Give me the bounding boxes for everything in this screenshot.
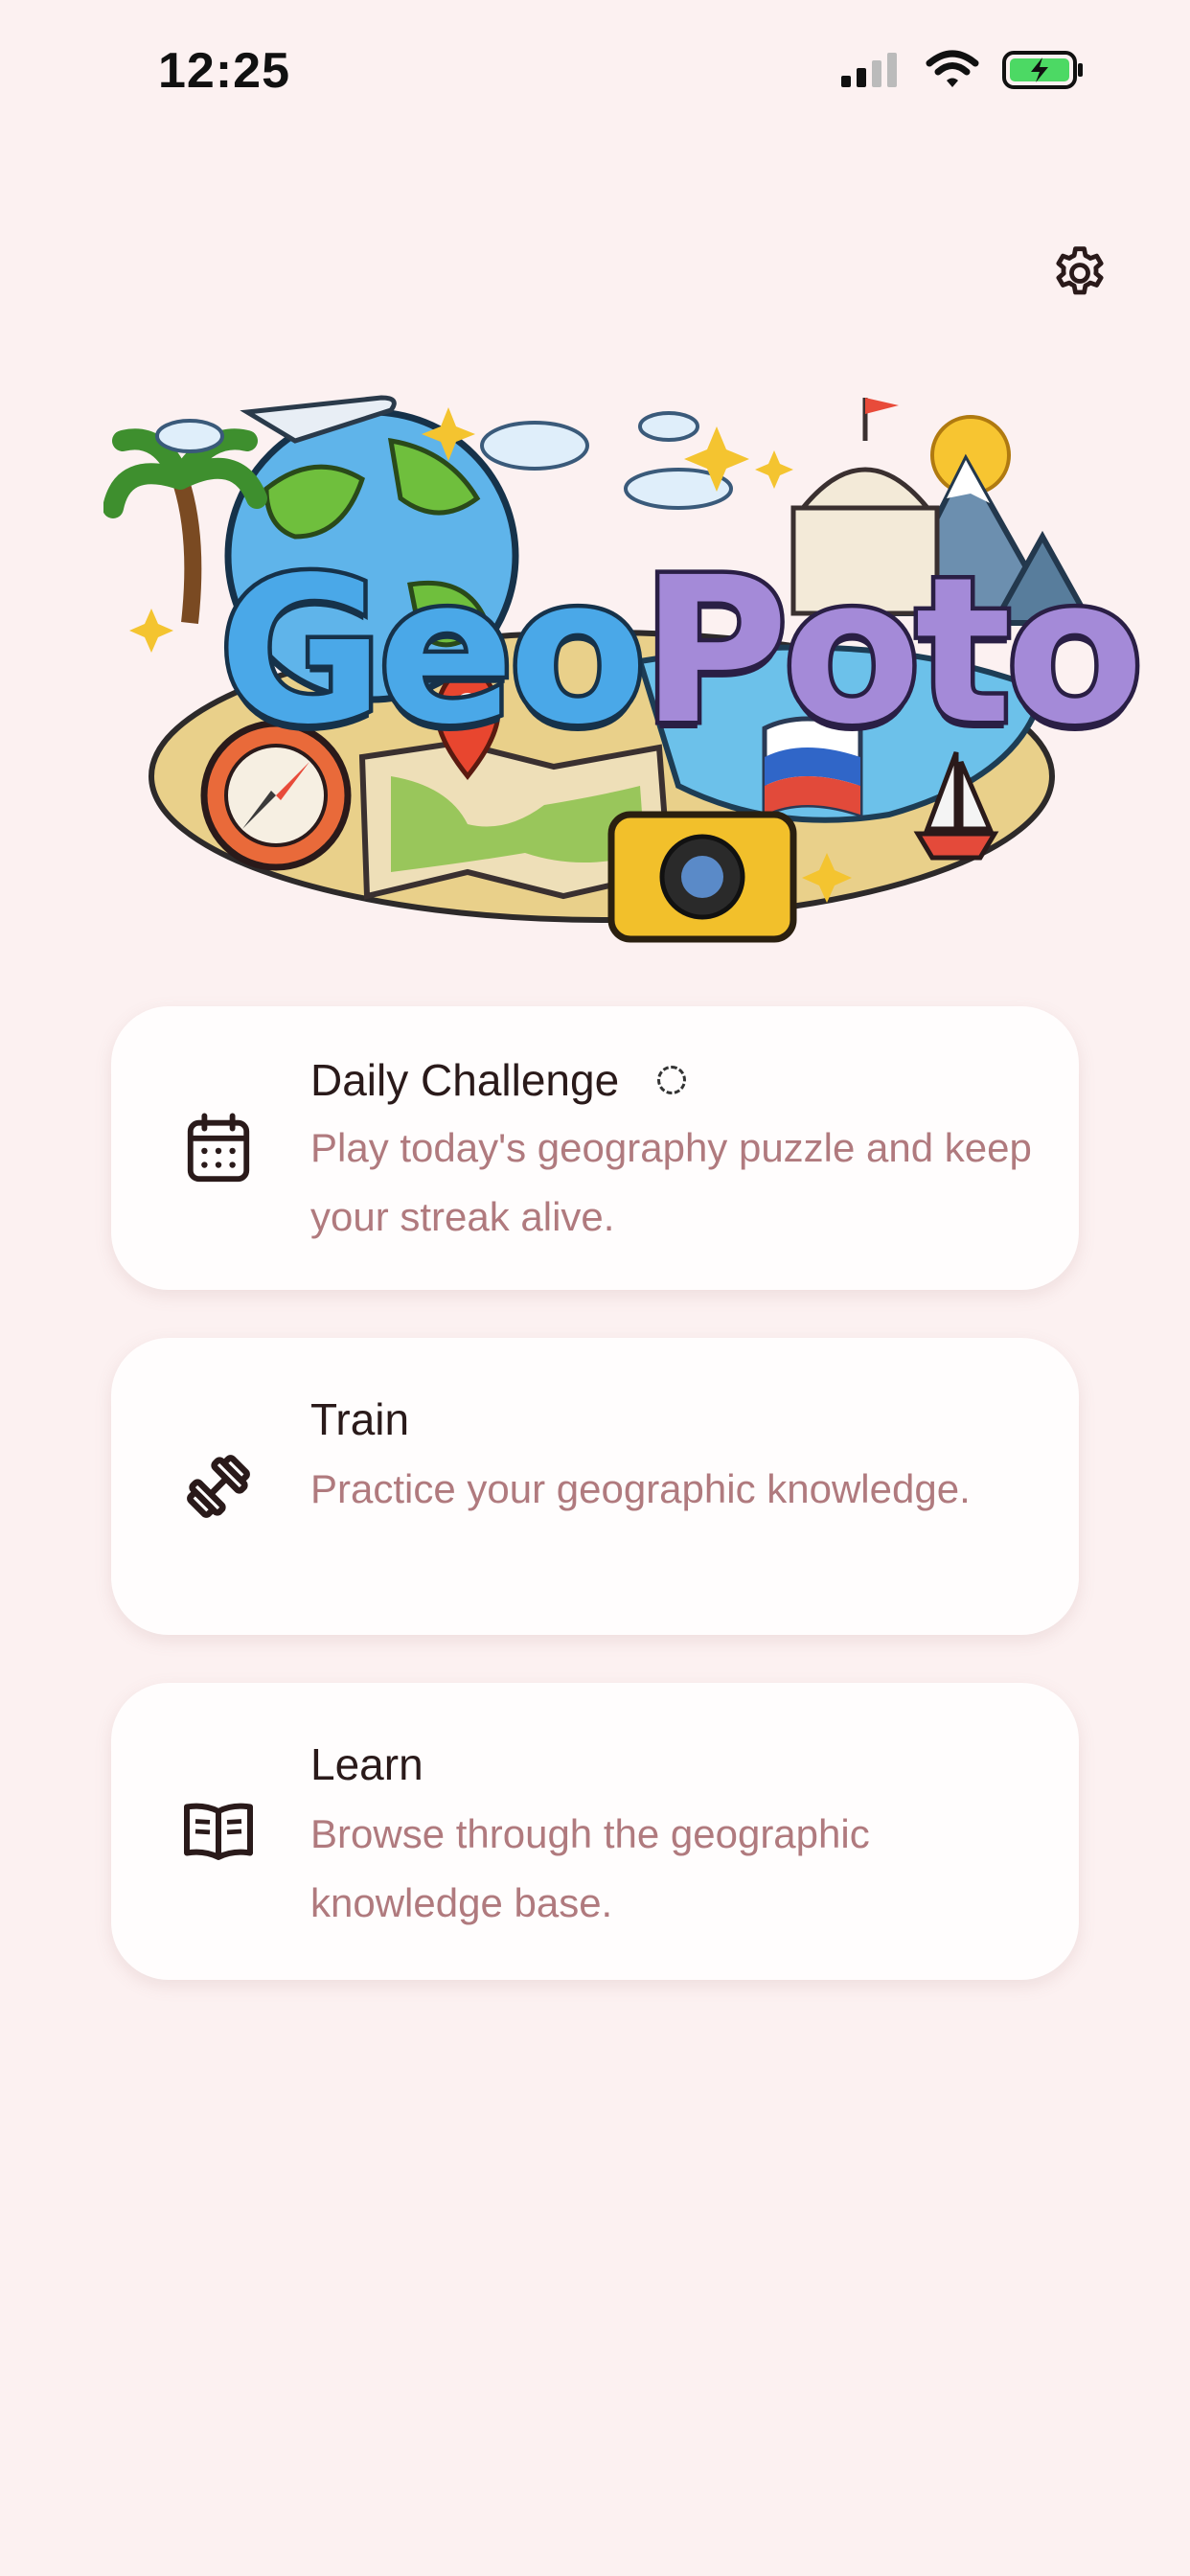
daily-challenge-description: Play today's geography puzzle and keep y… [310,1125,1032,1239]
learn-description: Browse through the geographic knowledge … [310,1811,870,1925]
wifi-icon [926,50,979,87]
logo-poto-text: Poto [637,534,1149,769]
learn-title: Learn [310,1739,423,1789]
daily-challenge-card[interactable]: Daily Challenge Play today's geography p… [111,1006,1079,1290]
status-icons [839,50,1085,90]
settings-button[interactable] [1042,236,1117,310]
geopoto-logo: GeoPoto [103,374,1148,949]
daily-challenge-title: Daily Challenge [310,1055,620,1105]
train-title: Train [310,1394,410,1444]
logo-wordmark: GeoPoto [214,546,1148,756]
calendar-icon [180,1110,257,1186]
battery-charging-icon [1002,51,1083,89]
gear-icon [1056,246,1104,295]
status-bar: 12:25 [0,0,1190,144]
train-card[interactable]: Train Practice your geographic knowledge… [111,1338,1079,1635]
cellular-signal-icon [841,53,897,87]
learn-card[interactable]: Learn Browse through the geographic know… [111,1683,1079,1980]
train-description: Practice your geographic knowledge. [310,1466,971,1511]
dumbbell-icon [180,1448,257,1525]
loading-spinner-icon [657,1066,687,1094]
logo-geo-text: Geo [214,534,651,769]
open-book-icon [180,1793,257,1870]
status-time: 12:25 [158,43,290,99]
